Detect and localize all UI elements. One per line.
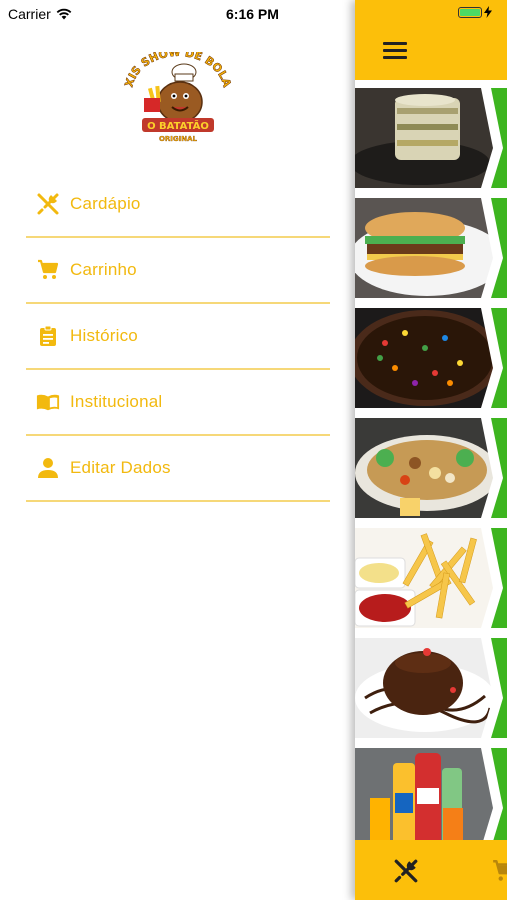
- navigation-drawer: XIS SHOW DE BOLA O BATATÃO ORIGINAL Card…: [0, 0, 356, 900]
- brand-logo-image: XIS SHOW DE BOLA O BATATÃO ORIGINAL: [122, 46, 234, 144]
- drawer-menu: Cardápio Carrinho Histórico Instituciona…: [26, 172, 330, 502]
- category-card-burger[interactable]: [355, 198, 507, 298]
- logo-subtitle: O BATATÃO: [147, 119, 209, 132]
- cart-icon[interactable]: [491, 858, 507, 884]
- menu-label-cardapio: Cardápio: [70, 194, 141, 213]
- menu-label-editar-dados: Editar Dados: [70, 458, 171, 477]
- fork-knife-icon: [36, 192, 60, 216]
- status-time: 6:16 PM: [226, 6, 279, 22]
- menu-label-institucional: Institucional: [70, 392, 163, 411]
- category-card-layered-potato[interactable]: [355, 88, 507, 188]
- carrier-label: Carrier: [8, 6, 51, 22]
- bottom-tab-bar: [355, 840, 507, 900]
- menu-item-carrinho[interactable]: Carrinho: [26, 238, 330, 304]
- menu-item-cardapio[interactable]: Cardápio: [26, 172, 330, 238]
- logo-tagline: ORIGINAL: [159, 135, 198, 143]
- battery-indicator: [458, 6, 492, 18]
- person-icon: [36, 456, 60, 480]
- book-icon: [36, 390, 60, 414]
- battery-icon: [458, 6, 482, 18]
- brand-logo: XIS SHOW DE BOLA O BATATÃO ORIGINAL: [122, 46, 234, 148]
- battery-level: [460, 8, 480, 16]
- status-bar: Carrier 6:16 PM: [0, 0, 507, 28]
- menu-item-editar-dados[interactable]: Editar Dados: [26, 436, 330, 502]
- cart-icon: [36, 258, 60, 282]
- hamburger-menu-icon[interactable]: [383, 42, 407, 60]
- charging-bolt-icon: [484, 6, 492, 18]
- menu-item-institucional[interactable]: Institucional: [26, 370, 330, 436]
- category-list: [355, 88, 507, 858]
- clipboard-icon: [36, 324, 60, 348]
- fork-knife-icon[interactable]: [393, 858, 419, 884]
- menu-item-historico[interactable]: Histórico: [26, 304, 330, 370]
- category-card-platter[interactable]: [355, 418, 507, 518]
- category-card-fries[interactable]: [355, 528, 507, 628]
- main-content-panel: [355, 0, 507, 900]
- menu-label-historico: Histórico: [70, 326, 138, 345]
- wifi-icon: [56, 8, 72, 20]
- menu-label-carrinho: Carrinho: [70, 260, 137, 279]
- category-card-drinks[interactable]: [355, 748, 507, 848]
- carrier-indicator: Carrier: [8, 6, 72, 22]
- category-card-lava-cake[interactable]: [355, 638, 507, 738]
- category-card-pizza[interactable]: [355, 308, 507, 408]
